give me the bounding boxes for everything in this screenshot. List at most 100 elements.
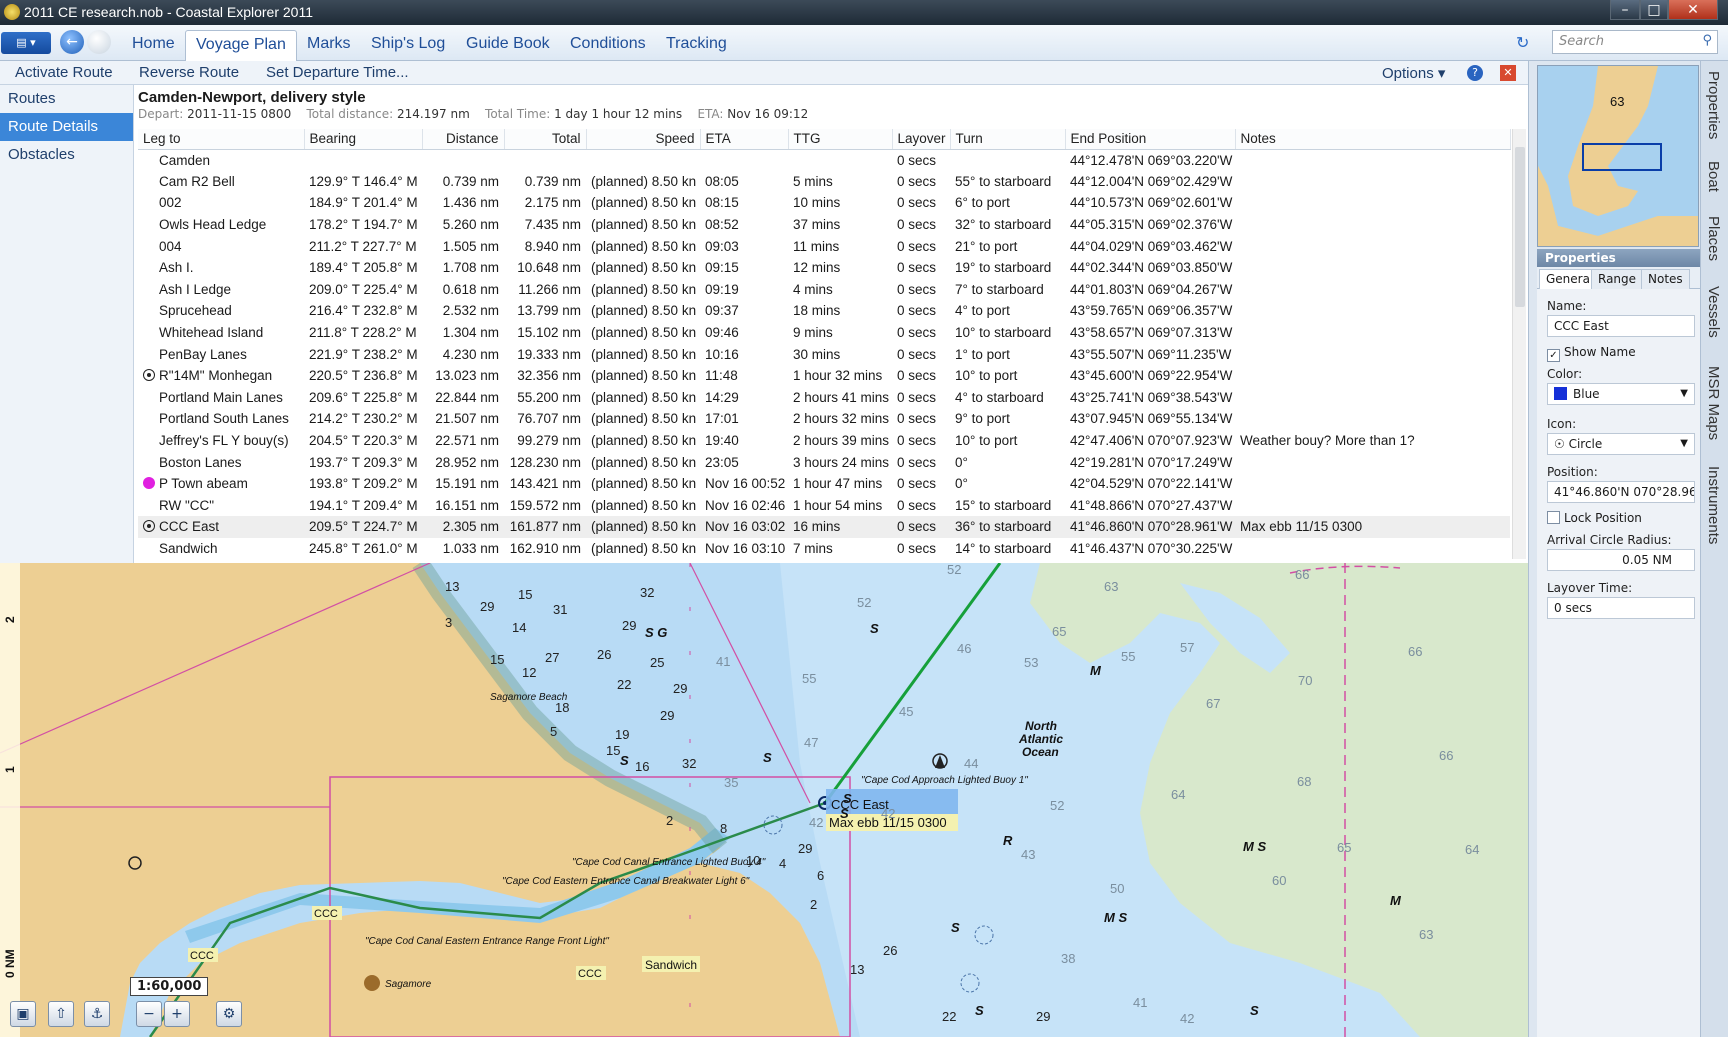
reverse-route-button[interactable]: Reverse Route — [139, 64, 239, 81]
table-row[interactable]: 002 184.9° T 201.4° M 1.436 nm 2.175 nm (pla… — [138, 192, 1510, 214]
side-tab-boat[interactable]: Boat — [1705, 161, 1722, 192]
show-name-checkbox[interactable]: ✓ Show Name — [1547, 345, 1636, 362]
tab-voyage-plan[interactable]: Voyage Plan — [185, 30, 297, 61]
side-tab-properties[interactable]: Properties — [1705, 71, 1722, 139]
scrollbar-thumb[interactable] — [1515, 147, 1525, 307]
col-bearing[interactable]: Bearing — [304, 129, 423, 150]
cell-bearing-text: 193.8° T 209.2° M — [309, 476, 418, 492]
layover-time-field[interactable]: 0 secs — [1547, 597, 1695, 619]
activate-route-button[interactable]: Activate Route — [15, 64, 113, 81]
tab-guide-book[interactable]: Guide Book — [456, 30, 560, 61]
svg-text:29: 29 — [660, 708, 674, 723]
table-row[interactable]: RW "CC" 194.1° T 209.4° M 16.151 nm 159.572… — [138, 495, 1510, 517]
sidebar-item-routes[interactable]: Routes — [0, 85, 133, 113]
name-field[interactable]: CCC East — [1547, 315, 1695, 337]
color-select[interactable]: Blue ▼ — [1547, 383, 1695, 405]
table-row[interactable]: Camden 0 secs 44°12.478'N 069°03.220'W — [138, 149, 1510, 171]
col-layover[interactable]: Layover — [892, 129, 951, 150]
close-panel-icon[interactable]: ✕ — [1500, 65, 1516, 81]
minimize-button[interactable]: – — [1610, 0, 1640, 20]
table-row[interactable]: CCC East 209.5° T 224.7° M 2.305 nm 161.877… — [138, 516, 1510, 538]
nautical-chart[interactable]: CCC East Max ebb 11/15 0300 13153132 292… — [0, 563, 1528, 1037]
cell-layover: 0 secs — [892, 192, 950, 214]
lock-position-checkbox[interactable]: Lock Position — [1547, 511, 1642, 525]
svg-text:4: 4 — [779, 856, 786, 871]
cell-notes — [1235, 214, 1510, 236]
set-departure-time-button[interactable]: Set Departure Time... — [266, 64, 409, 81]
search-icon[interactable]: ⚲ — [1702, 33, 1712, 48]
tab-ships-log[interactable]: Ship's Log — [361, 30, 455, 61]
route-summary: Depart: 2011-11-15 0800 Total distance: … — [138, 107, 808, 121]
overview-map[interactable]: 63 — [1537, 65, 1699, 247]
tab-marks[interactable]: Marks — [297, 30, 361, 61]
cell-bearing: 245.8° T 261.0° M — [304, 538, 422, 560]
sidebar-item-obstacles[interactable]: Obstacles — [0, 141, 133, 169]
col-turn[interactable]: Turn — [950, 129, 1066, 150]
table-row[interactable]: Owls Head Ledge 178.2° T 194.7° M 5.260 nm… — [138, 214, 1510, 236]
cell-bearing: 184.9° T 201.4° M — [304, 192, 422, 214]
table-row[interactable]: Cam R2 Bell 129.9° T 146.4° M 0.739 nm 0.73… — [138, 171, 1510, 193]
cell-ttg-text: 16 mins — [793, 519, 841, 535]
table-row[interactable]: Sprucehead 216.4° T 232.8° M 2.532 nm 13.79… — [138, 300, 1510, 322]
table-row[interactable]: P Town abeam 193.8° T 209.2° M 15.191 nm 14… — [138, 473, 1510, 495]
app-menu-button[interactable]: ▤ ▾ — [1, 32, 51, 54]
svg-text:38: 38 — [1061, 951, 1075, 966]
close-window-button[interactable]: ✕ — [1668, 0, 1718, 20]
col-end-position[interactable]: End Position — [1065, 129, 1236, 150]
col-notes[interactable]: Notes — [1235, 129, 1511, 150]
sidebar-item-route-details[interactable]: Route Details — [0, 113, 133, 141]
table-row[interactable]: Portland Main Lanes 209.6° T 225.8° M 22.8… — [138, 387, 1510, 409]
col-distance[interactable]: Distance — [422, 129, 505, 150]
side-tab-vessels[interactable]: Vessels — [1705, 286, 1722, 338]
zoom-in-button[interactable]: + — [164, 1001, 190, 1027]
svg-text:15: 15 — [490, 652, 504, 667]
table-row[interactable]: PenBay Lanes 221.9° T 238.2° M 4.230 nm 19.… — [138, 343, 1510, 365]
table-scrollbar[interactable] — [1512, 129, 1526, 559]
options-menu[interactable]: Options ▾ — [1382, 64, 1445, 82]
cell-end-text: 43°45.600'N 069°22.954'W — [1070, 368, 1233, 384]
cell-distance: 2.305 nm — [422, 516, 504, 538]
forward-icon[interactable] — [87, 30, 111, 54]
boat-center-icon[interactable]: ⚓ — [84, 1001, 110, 1027]
cell-leg: RW "CC" — [138, 495, 304, 517]
north-up-icon[interactable]: ⇧ — [48, 1001, 74, 1027]
table-row[interactable]: R"14M" Monhegan 220.5° T 236.8° M 13.023 n… — [138, 365, 1510, 387]
table-row[interactable]: Sandwich 245.8° T 261.0° M 1.033 nm 162.910… — [138, 538, 1510, 560]
search-input[interactable]: Search ⚲ — [1552, 30, 1718, 54]
table-row[interactable]: Whitehead Island 211.8° T 228.2° M 1.304 n… — [138, 322, 1510, 344]
col-leg-to[interactable]: Leg to — [138, 129, 305, 150]
position-field[interactable]: 41°46.860'N 070°28.961'W — [1547, 481, 1695, 503]
table-row[interactable]: 004 211.2° T 227.7° M 1.505 nm 8.940 nm (pla… — [138, 235, 1510, 257]
overview-chart[interactable]: 63 — [1538, 66, 1699, 247]
side-tab-instruments[interactable]: Instruments — [1705, 466, 1722, 544]
chart-mode-button[interactable]: ▣ — [10, 1001, 36, 1027]
table-row[interactable]: Portland South Lanes 214.2° T 230.2° M 21.… — [138, 408, 1510, 430]
maximize-button[interactable]: □ — [1640, 0, 1668, 20]
wrench-icon[interactable]: ⚙ — [216, 1001, 242, 1027]
back-icon[interactable]: ← — [60, 30, 84, 54]
col-eta[interactable]: ETA — [700, 129, 789, 150]
side-tab-msr-maps[interactable]: MSR Maps — [1705, 366, 1722, 440]
col-total[interactable]: Total — [504, 129, 587, 150]
side-tab-places[interactable]: Places — [1705, 216, 1722, 261]
sync-icon[interactable]: ↻ — [1516, 33, 1529, 52]
cell-total-text: 7.435 nm — [524, 217, 581, 233]
tab-notes[interactable]: Notes — [1641, 269, 1690, 289]
tab-range[interactable]: Range — [1591, 269, 1644, 289]
col-speed[interactable]: Speed — [586, 129, 701, 150]
cell-eta-text: 09:46 — [705, 325, 739, 341]
table-row[interactable]: Boston Lanes 193.7° T 209.3° M 28.952 nm 12… — [138, 451, 1510, 473]
icon-select[interactable]: ☉ Circle ▼ — [1547, 433, 1695, 455]
table-row[interactable]: Ash I. 189.4° T 205.8° M 1.708 nm 10.648 nm… — [138, 257, 1510, 279]
zoom-out-button[interactable]: − — [136, 1001, 162, 1027]
arrival-radius-stepper[interactable]: 0.05 NM — [1547, 549, 1695, 571]
col-ttg[interactable]: TTG — [788, 129, 893, 150]
tab-home[interactable]: Home — [122, 30, 185, 61]
table-row[interactable]: Jeffrey's FL Y bouy(s) 204.5° T 220.3° M 2… — [138, 430, 1510, 452]
help-icon[interactable]: ? — [1467, 65, 1483, 81]
tab-conditions[interactable]: Conditions — [560, 30, 656, 61]
table-row[interactable]: Ash I Ledge 209.0° T 225.4° M 0.618 nm 11.2… — [138, 279, 1510, 301]
chart-map[interactable]: CCC East Max ebb 11/15 0300 13 15 31 32 29 2… — [0, 563, 1528, 1037]
tab-tracking[interactable]: Tracking — [656, 30, 737, 61]
cell-speed-text: (planned) 8.50 kn — [591, 433, 697, 449]
